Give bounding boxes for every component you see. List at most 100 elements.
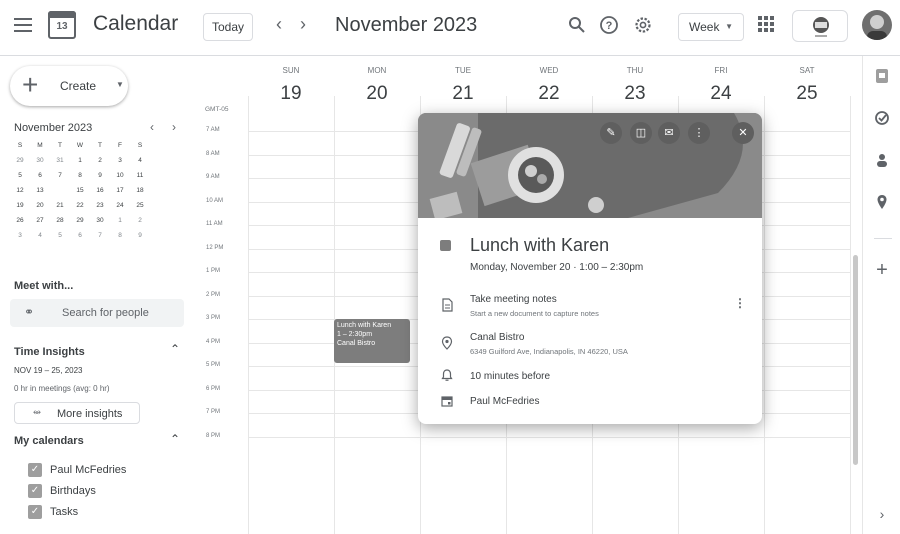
mini-day[interactable]: 6 — [70, 228, 90, 243]
day-number[interactable]: 22 — [506, 83, 592, 105]
menu-icon[interactable] — [14, 18, 32, 32]
day-header[interactable]: THU 23 — [592, 66, 678, 105]
mini-day[interactable]: 18 — [130, 183, 150, 198]
maps-icon[interactable] — [874, 194, 890, 210]
expand-panel-chevron-icon[interactable]: › — [874, 506, 890, 522]
mini-day[interactable]: 2 — [90, 153, 110, 168]
mini-day[interactable]: 3 — [110, 153, 130, 168]
event-color-swatch — [440, 240, 451, 251]
day-number[interactable]: 20 — [334, 83, 420, 105]
chevron-up-icon[interactable]: ⌃ — [170, 432, 180, 446]
mini-day[interactable]: 29 — [70, 213, 90, 228]
checkbox-checked-icon[interactable]: ✓ — [28, 463, 42, 477]
add-addon-plus-icon[interactable]: + — [874, 260, 890, 280]
day-number[interactable]: 24 — [678, 83, 764, 105]
mini-day[interactable]: 9 — [130, 228, 150, 243]
more-vert-icon[interactable]: ⋮ — [688, 122, 710, 144]
mini-day[interactable]: 21 — [50, 198, 70, 213]
contacts-icon[interactable] — [874, 152, 890, 168]
day-header[interactable]: MON 20 — [334, 66, 420, 105]
day-number[interactable]: 23 — [592, 83, 678, 105]
mini-day[interactable]: 3 — [10, 228, 30, 243]
keep-notes-icon[interactable] — [874, 68, 890, 84]
mini-day[interactable]: 14 — [50, 183, 70, 198]
mini-day[interactable]: 8 — [110, 228, 130, 243]
mini-day[interactable]: 7 — [50, 168, 70, 183]
mini-day[interactable]: 31 — [50, 153, 70, 168]
mini-day[interactable]: 27 — [30, 213, 50, 228]
search-icon[interactable] — [566, 14, 588, 36]
mini-day[interactable]: 17 — [110, 183, 130, 198]
create-button[interactable]: + Create ▼ — [10, 66, 128, 106]
mini-day[interactable]: 29 — [10, 153, 30, 168]
email-icon[interactable]: ✉ — [658, 122, 680, 144]
view-label: Week — [689, 20, 720, 34]
mini-day[interactable]: 6 — [30, 168, 50, 183]
mini-chevron-left-icon[interactable]: ‹ — [150, 120, 154, 134]
place-name[interactable]: Canal Bistro — [470, 332, 524, 343]
apps-grid-icon[interactable] — [758, 16, 774, 32]
view-selector[interactable]: Week ▼ — [678, 13, 744, 41]
checkbox-checked-icon[interactable]: ✓ — [28, 484, 42, 498]
day-of-week: FRI — [714, 66, 728, 75]
mini-day[interactable]: 4 — [130, 153, 150, 168]
help-icon[interactable]: ? — [598, 14, 620, 36]
mini-day[interactable]: 16 — [90, 183, 110, 198]
mini-day[interactable]: 25 — [130, 198, 150, 213]
day-number[interactable]: 19 — [248, 83, 334, 105]
mini-day[interactable]: 11 — [130, 168, 150, 183]
mini-day[interactable]: 8 — [70, 168, 90, 183]
checkbox-checked-icon[interactable]: ✓ — [28, 505, 42, 519]
search-people-input[interactable]: ⚭ Search for people — [10, 299, 184, 327]
mini-day[interactable]: 24 — [110, 198, 130, 213]
mini-day[interactable]: 23 — [90, 198, 110, 213]
day-number[interactable]: 21 — [420, 83, 506, 105]
mini-day[interactable]: 1 — [110, 213, 130, 228]
timezone-label: GMT-05 — [205, 106, 229, 113]
mini-day[interactable]: 10 — [110, 168, 130, 183]
day-header[interactable]: WED 22 — [506, 66, 592, 105]
mini-day[interactable]: 13 — [30, 183, 50, 198]
mini-day[interactable]: 20 — [30, 198, 50, 213]
settings-icon[interactable] — [632, 14, 654, 36]
mini-chevron-right-icon[interactable]: › — [172, 120, 176, 134]
delete-icon[interactable]: ◫ — [630, 122, 652, 144]
mini-day[interactable]: 5 — [50, 228, 70, 243]
day-number[interactable]: 25 — [764, 83, 850, 105]
day-header[interactable]: TUE 21 — [420, 66, 506, 105]
mini-day[interactable]: 19 — [10, 198, 30, 213]
day-header[interactable]: SUN 19 — [248, 66, 334, 105]
avatar[interactable] — [862, 10, 892, 40]
chevron-right-icon[interactable]: › — [300, 14, 306, 35]
tasks-icon[interactable] — [874, 110, 890, 126]
mini-day[interactable]: 12 — [10, 183, 30, 198]
mini-day[interactable]: 4 — [30, 228, 50, 243]
mini-day[interactable]: 22 — [70, 198, 90, 213]
chevron-up-icon[interactable]: ⌃ — [170, 342, 180, 356]
mini-day[interactable]: 30 — [90, 213, 110, 228]
mini-day[interactable]: 26 — [10, 213, 30, 228]
edit-icon[interactable]: ✎ — [600, 122, 622, 144]
event-chip-lunch[interactable]: Lunch with Karen 1 – 2:30pm Canal Bistro — [334, 319, 410, 363]
chevron-left-icon[interactable]: ‹ — [276, 14, 282, 35]
mini-day[interactable]: 28 — [50, 213, 70, 228]
take-notes-link[interactable]: Take meeting notes — [470, 294, 557, 305]
mini-day[interactable]: 15 — [70, 183, 90, 198]
mini-day[interactable]: 5 — [10, 168, 30, 183]
notes-more-vert-icon[interactable]: ⋮ — [734, 296, 746, 310]
mini-day[interactable]: 2 — [130, 213, 150, 228]
calendar-item-label: Tasks — [50, 506, 79, 518]
mini-day[interactable]: 30 — [30, 153, 50, 168]
day-header[interactable]: SAT 25 — [764, 66, 850, 105]
more-insights-button[interactable]: ⥈ More insights — [14, 402, 140, 424]
today-button[interactable]: Today — [203, 13, 253, 41]
scrollbar[interactable] — [853, 255, 858, 465]
mini-day[interactable]: 1 — [70, 153, 90, 168]
day-header[interactable]: FRI 24 — [678, 66, 764, 105]
place-address[interactable]: 6349 Guilford Ave, Indianapolis, IN 4622… — [470, 347, 628, 356]
organization-logo[interactable] — [792, 10, 848, 42]
calendar-logo-icon[interactable]: 13 — [48, 11, 76, 39]
mini-day[interactable]: 9 — [90, 168, 110, 183]
close-icon[interactable]: ✕ — [732, 122, 754, 144]
mini-day[interactable]: 7 — [90, 228, 110, 243]
